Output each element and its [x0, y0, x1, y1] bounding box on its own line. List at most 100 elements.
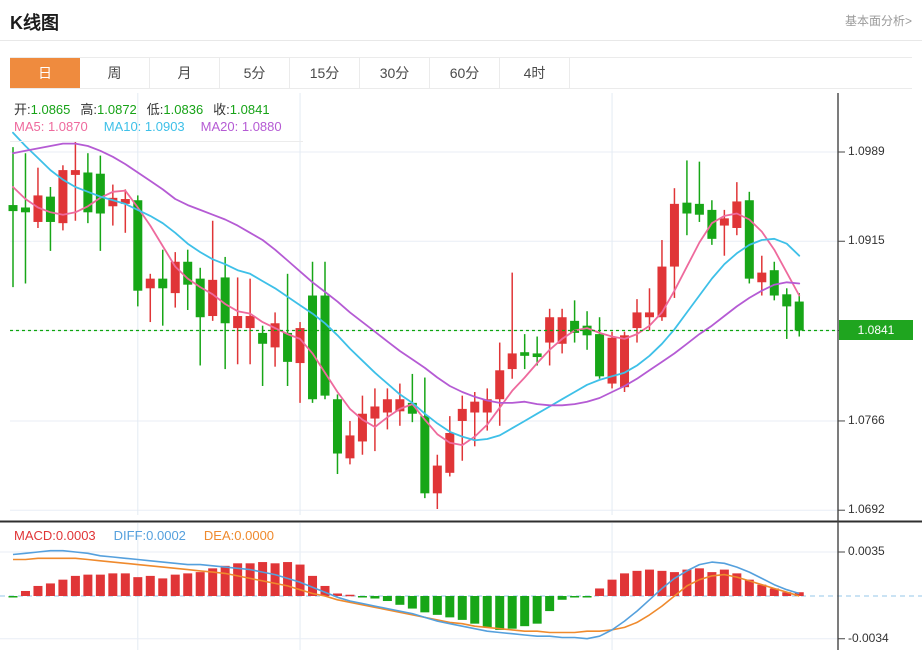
ma20-line	[12, 142, 801, 407]
macd-hist-bar	[195, 572, 205, 596]
candle-body	[320, 295, 330, 396]
macd-hist-bar	[95, 574, 105, 596]
candle-body	[258, 332, 268, 344]
candle-body	[283, 332, 293, 362]
macd-hist-bar	[520, 596, 530, 627]
candle-body	[507, 353, 517, 370]
price-tick-label: 1.0766	[848, 412, 885, 427]
ohlc-value: 1.0872	[97, 102, 137, 117]
macd-hist-bar	[382, 596, 392, 602]
macd-hist-bar	[632, 570, 642, 596]
macd-hist-bar	[620, 573, 630, 596]
macd-hist-bar	[719, 569, 729, 596]
macd-hist-bar	[20, 590, 30, 596]
candle-body	[669, 203, 679, 267]
macd-hist-bar	[120, 573, 130, 596]
macd-hist-bar	[407, 596, 417, 609]
macd-indicator-value: DIFF:0.0002	[113, 528, 186, 543]
candle-body	[545, 317, 555, 343]
candle-body	[657, 266, 667, 318]
ma5-line	[12, 186, 801, 447]
candle-body	[432, 465, 442, 494]
candle-body	[208, 279, 218, 317]
macd-hist-bar	[33, 585, 43, 596]
ma-value: MA10: 1.0903	[103, 119, 185, 134]
macd-indicator-value: DEA:0.0000	[203, 528, 275, 543]
macd-hist-bar	[357, 596, 367, 598]
candle-body	[632, 312, 642, 329]
candle-body	[445, 433, 455, 473]
candle-body	[782, 294, 792, 307]
macd-hist-bar	[270, 563, 280, 596]
ohlc-label: 低:	[146, 102, 164, 117]
macd-hist-bar	[595, 588, 605, 596]
candle-body	[495, 370, 505, 400]
candle-body	[158, 278, 168, 289]
candle-body	[220, 277, 230, 324]
candle-body	[744, 200, 754, 279]
candle-body	[8, 205, 18, 212]
candle-body	[694, 203, 704, 215]
macd-hist-bar	[170, 574, 180, 596]
candle-body	[470, 401, 480, 413]
macd-hist-bar	[607, 579, 617, 596]
ohlc-label: 收:	[213, 102, 230, 117]
macd-hist-bar	[45, 583, 55, 596]
macd-hist-bar	[395, 596, 405, 605]
macd-hist-bar	[557, 596, 567, 600]
macd-hist-bar	[108, 573, 118, 596]
macd-hist-bar	[70, 575, 80, 596]
macd-hist-bar	[507, 596, 517, 629]
macd-hist-bar	[694, 568, 704, 596]
price-tick-label: 1.0692	[848, 502, 885, 517]
candle-body	[145, 278, 155, 289]
candle-body	[644, 312, 654, 318]
ohlc-readout: 开:1.0865 高:1.0872 低:1.0836 收:1.0841	[14, 99, 280, 118]
macd-hist-bar	[470, 596, 480, 624]
candle-body	[370, 406, 380, 419]
macd-hist-bar	[370, 596, 380, 599]
candle-body	[457, 408, 467, 421]
candle-body	[595, 334, 605, 377]
ohlc-value: 1.0841	[229, 102, 270, 117]
macd-hist-bar	[258, 562, 268, 596]
candle-body	[769, 270, 779, 296]
ma10-line	[12, 131, 801, 442]
macd-hist-bar	[183, 573, 193, 596]
candle-body	[794, 301, 804, 331]
candle-body	[45, 196, 55, 222]
macd-hist-bar	[495, 596, 505, 630]
ohlc-value: 1.0865	[30, 102, 71, 117]
macd-tick-label: -0.0034	[848, 630, 889, 645]
ma-readout: MA5: 1.0870 MA10: 1.0903 MA20: 1.0880	[14, 119, 298, 134]
candle-body	[245, 316, 255, 329]
macd-hist-bar	[545, 596, 555, 612]
candle-body	[520, 352, 530, 356]
candle-body	[420, 416, 430, 494]
candle-body	[719, 218, 729, 226]
macd-indicator-value: MACD:0.0003	[14, 528, 96, 543]
ma-value: MA20: 1.0880	[200, 119, 282, 134]
candle-body	[620, 335, 630, 388]
macd-hist-bar	[432, 596, 442, 615]
candle-body	[332, 399, 342, 454]
macd-hist-bar	[457, 596, 467, 620]
macd-hist-bar	[420, 596, 430, 613]
macd-hist-bar	[158, 578, 168, 596]
candle-body	[295, 328, 305, 364]
ohlc-value: 1.0836	[163, 102, 204, 117]
candle-body	[382, 399, 392, 413]
macd-hist-bar	[532, 596, 542, 624]
candle-body	[95, 173, 105, 214]
macd-hist-bar	[445, 596, 455, 618]
candle-body	[682, 202, 692, 214]
kline-widget: K线图 基本面分析> 日周月 5分 15分 30分 60分 4时 开:1.0865 高:1.…	[0, 0, 922, 650]
price-tick-label: 1.0915	[848, 233, 885, 248]
macd-hist-bar	[145, 575, 155, 596]
candle-body	[532, 353, 542, 358]
macd-tick-label: 0.0035	[848, 544, 885, 558]
macd-hist-bar	[582, 596, 592, 598]
macd-hist-bar	[58, 579, 68, 596]
macd-hist-bar	[644, 569, 654, 596]
macd-hist-bar	[133, 577, 143, 596]
